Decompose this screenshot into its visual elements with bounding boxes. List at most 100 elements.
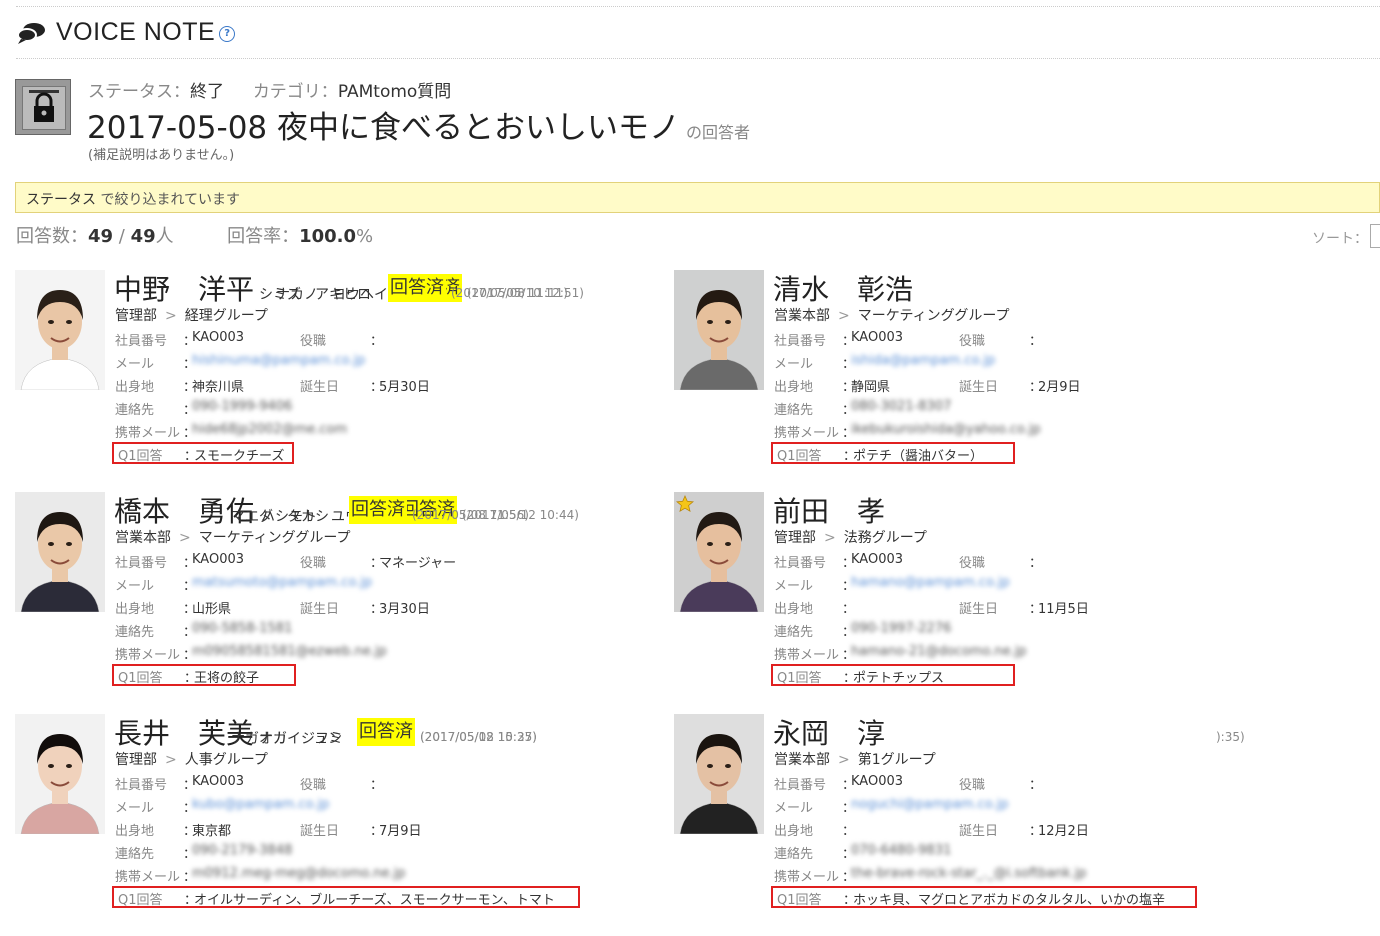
breadcrumb-separator: > [165,752,177,768]
count-separator: / [113,226,131,247]
field-label: メール [115,357,155,372]
q1-label: Q1回答 [777,893,822,908]
status-label: ステータス： [88,82,190,102]
field-label: 役職 [300,334,327,349]
question-title: 2017-05-08 夜中に食べるとおいしいモノ [87,110,681,146]
field-label: 出身地 [115,380,155,395]
field-value-contact: 070-6480-9831 [851,843,952,858]
field-label: メール [774,579,814,594]
q1-answer: ホッキ貝、マグロとアボカドのタルタル、いかの塩辛 [853,893,1166,908]
field-value-mobile-mail: ikebukuroishida@yahoo.co.jp [851,422,1041,437]
q1-answer-box: Q1回答：オイルサーディン、ブルーチーズ、スモークサーモン、トマト [112,886,580,908]
sort-label: ソート： [1312,231,1368,247]
field-colon: ： [842,602,856,617]
field-value-hometown: 山形県 [192,602,232,617]
answer-stats: 回答数：49 / 49人 回答率：100.0% [16,222,373,248]
q1-answer-box: Q1回答：王将の餃子 [112,664,296,686]
q1-label: Q1回答 [118,671,163,686]
avatar[interactable] [15,270,105,390]
field-label: 出身地 [115,602,155,617]
respondent-card: 橋本 勇佑 ハシモト ユウスク 回答済 (2017/05/12 10:44) 営業本部 >… [15,492,655,697]
field-label: 社員番号 [115,778,168,793]
field-value-emp-no: KAO003 [851,330,904,345]
total-count: 49 [130,226,156,247]
field-value-mobile-mail: m0912.meg-meg@docomo.ne.jp [192,866,406,881]
group: マーケティンググループ [857,308,1010,324]
q1-answer-box: Q1回答：ホッキ貝、マグロとアボカドのタルタル、いかの塩辛 [771,886,1197,908]
sort-select[interactable] [1370,224,1380,248]
q1-answer: オイルサーディン、ブルーチーズ、スモークサーモン、トマト [194,893,555,908]
q1-answer-box: Q1回答：ポテトチップス [771,664,1015,686]
group: 人事グループ [184,752,268,768]
answer-rate: 100.0 [299,226,357,247]
avatar[interactable] [15,492,105,612]
answer-date: (2017/05/08 11:11) [451,286,568,300]
respondent-name[interactable]: 前田 孝 [773,490,885,530]
field-value-birthday: 2月9日 [1038,380,1081,395]
avatar[interactable] [674,714,764,834]
department-path: 営業本部 > 第1グループ [774,749,936,769]
field-value-emp-no: KAO003 [851,552,904,567]
field-value-mail[interactable]: matsumoto@pampam.co.jp [192,575,372,590]
field-label: 連絡先 [774,625,814,640]
department: 営業本部 [774,308,830,324]
breadcrumb-separator: > [838,752,850,768]
breadcrumb-separator: > [838,308,850,324]
respondent-name[interactable]: 中野 洋平 [114,268,254,308]
top-divider [16,6,1380,7]
field-label: メール [774,357,814,372]
field-label: 連絡先 [115,625,155,640]
field-label: 携帯メール [774,426,840,441]
field-label: 役職 [959,556,986,571]
breadcrumb-separator: > [824,530,836,546]
field-label: 社員番号 [774,778,827,793]
field-value-mail[interactable]: ishida@pampam.co.jp [851,353,995,368]
question-supplement: (補足説明はありません。) [88,148,235,163]
field-colon: ： [842,824,856,839]
field-value-mail[interactable]: kubo@pampam.co.jp [192,797,329,812]
respondent-name[interactable]: 清水 彰浩 [773,268,913,308]
field-label: 携帯メール [774,648,840,663]
department-path: 営業本部 > マーケティンググループ [115,527,351,547]
field-value-position: マネージャー [379,556,457,571]
q1-label: Q1回答 [118,449,163,464]
respondent-name[interactable]: 永岡 淳 [773,712,885,752]
field-value-birthday: 5月30日 [379,380,430,395]
department-path: 管理部 > 人事グループ [115,749,268,769]
respondent-kana: シミズ アキヒロ [259,287,371,303]
field-label: 役職 [959,334,986,349]
speech-bubbles-icon [17,22,45,44]
department-path: 管理部 > 経理グループ [115,305,268,325]
help-icon[interactable]: ? [219,25,236,42]
field-value-mail[interactable]: hamano@pampam.co.jp [851,575,1010,590]
field-label: 携帯メール [115,648,181,663]
field-label: 社員番号 [115,334,168,349]
field-label: 携帯メール [115,870,181,885]
field-label: 連絡先 [774,847,814,862]
field-value-mail[interactable]: hishinuma@pampam.co.jp [192,353,365,368]
answer-count-label: 回答数： [16,226,88,247]
avatar[interactable] [674,270,764,390]
star-icon[interactable] [676,494,694,513]
status-badge: 回答済 [349,496,407,524]
avatar[interactable] [15,714,105,834]
field-label: メール [774,801,814,816]
field-label: 誕生日 [959,824,999,839]
field-value-emp-no: KAO003 [192,330,245,345]
field-label: 誕生日 [300,380,340,395]
field-label: 連絡先 [774,403,814,418]
field-value-mail[interactable]: noguchi@pampam.co.jp [851,797,1008,812]
status-badge: 回答済 [388,274,446,302]
field-colon: ： [1029,334,1043,349]
group: 第1グループ [857,752,936,768]
department-path: 営業本部 > マーケティンググループ [774,305,1010,325]
breadcrumb-separator: > [165,308,177,324]
q1-label: Q1回答 [118,893,163,908]
field-colon: ： [1029,778,1043,793]
group: 法務グループ [843,530,927,546]
field-value-contact: 090-5858-1581 [192,621,293,636]
field-value-hometown: 東京都 [192,824,232,839]
field-colon: ： [370,334,384,349]
filter-emphasis[interactable]: ステータス [26,192,96,208]
department-path: 管理部 > 法務グループ [774,527,927,547]
